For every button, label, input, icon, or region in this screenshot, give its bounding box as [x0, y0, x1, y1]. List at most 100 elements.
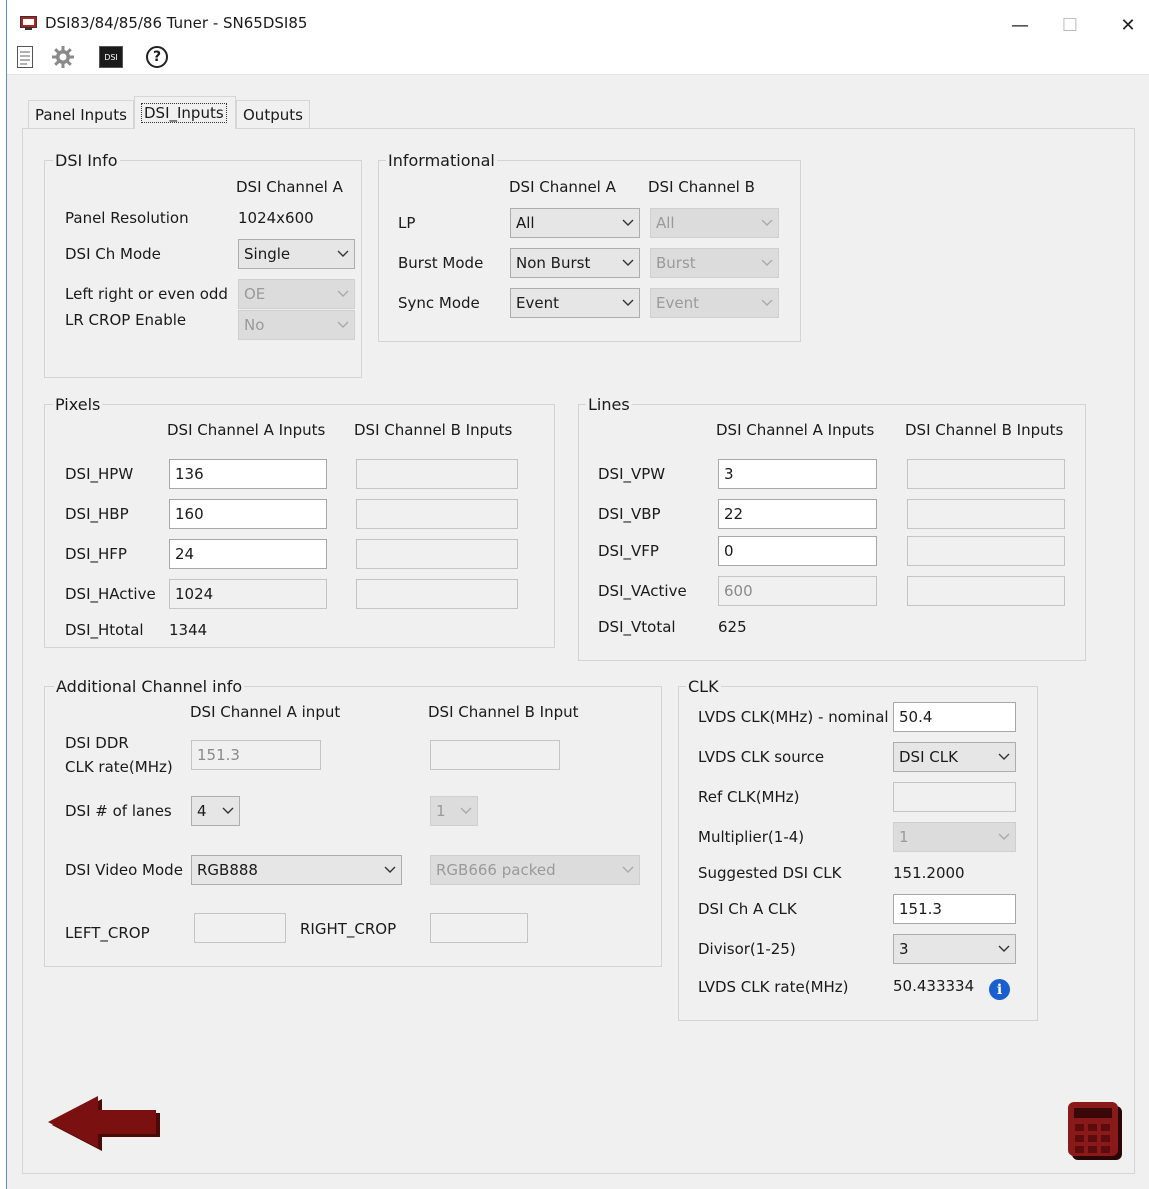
htotal-value: 1344 — [169, 621, 208, 639]
video-mode-a-select[interactable]: RGB888 — [191, 855, 402, 885]
ddr-label-line2: CLK rate(MHz) — [65, 758, 173, 776]
dsi-icon-label: DSI — [99, 46, 123, 68]
htotal-label: DSI_Htotal — [65, 621, 144, 639]
left-crop-label: LEFT_CROP — [65, 924, 150, 942]
divisor-label: Divisor(1-25) — [698, 940, 796, 958]
dsi-info-col-header: DSI Channel A — [236, 178, 343, 196]
panel-resolution-label: Panel Resolution — [65, 209, 189, 227]
vtotal-label: DSI_Vtotal — [598, 618, 676, 636]
select-value: RGB888 — [197, 861, 258, 879]
hbp-b-input[interactable] — [356, 499, 518, 529]
vactive-b-input[interactable] — [907, 576, 1065, 606]
suggested-clk-value: 151.2000 — [893, 864, 965, 882]
lp-b-select[interactable]: All — [650, 208, 779, 238]
calculator-icon[interactable] — [1066, 1100, 1124, 1162]
ch-a-clk-input[interactable]: 151.3 — [893, 894, 1016, 924]
video-mode-label: DSI Video Mode — [65, 861, 183, 879]
lr-label: Left right or even odd — [65, 285, 228, 303]
back-arrow-icon[interactable] — [44, 1090, 162, 1152]
select-value: No — [244, 316, 265, 334]
hpw-label: DSI_HPW — [65, 465, 134, 483]
burst-b-select[interactable]: Burst — [650, 248, 779, 278]
chevron-down-icon — [460, 807, 472, 814]
vactive-a-input[interactable]: 600 — [718, 576, 877, 606]
tab-outputs[interactable]: Outputs — [236, 100, 310, 129]
lp-a-select[interactable]: All — [510, 208, 640, 238]
chevron-down-icon — [337, 290, 349, 297]
select-value: 1 — [436, 802, 446, 820]
hactive-b-input[interactable] — [356, 579, 518, 609]
sync-a-select[interactable]: Event — [510, 288, 640, 318]
document-icon[interactable] — [13, 44, 37, 70]
lanes-a-select[interactable]: 4 — [191, 796, 240, 826]
chevron-down-icon — [622, 299, 634, 306]
clk-legend: CLK — [686, 677, 721, 696]
sync-b-select[interactable]: Event — [650, 288, 779, 318]
vfp-a-input[interactable]: 0 — [718, 536, 877, 566]
info-icon[interactable]: i — [989, 979, 1010, 1000]
lvds-source-label: LVDS CLK source — [698, 748, 825, 766]
divisor-select[interactable]: 3 — [893, 934, 1016, 964]
panel-resolution-value: 1024x600 — [238, 209, 314, 227]
burst-a-select[interactable]: Non Burst — [510, 248, 640, 278]
right-crop-input[interactable] — [430, 913, 528, 943]
ddr-b-input[interactable] — [430, 740, 560, 770]
additional-col-a: DSI Channel A input — [190, 703, 341, 721]
minimize-button[interactable]: — — [1000, 10, 1040, 40]
ddr-a-input[interactable]: 151.3 — [191, 740, 321, 770]
chevron-down-icon — [761, 299, 773, 306]
tab-dsi-inputs[interactable]: DSI_Inputs — [134, 96, 236, 129]
left-crop-input[interactable] — [194, 913, 286, 943]
hpw-a-input[interactable]: 136 — [169, 459, 327, 489]
hfp-b-input[interactable] — [356, 539, 518, 569]
chevron-down-icon — [998, 753, 1010, 760]
vbp-label: DSI_VBP — [598, 505, 661, 523]
dsi-ch-mode-select[interactable]: Single — [238, 239, 355, 269]
vpw-b-input[interactable] — [907, 459, 1065, 489]
multiplier-select[interactable]: 1 — [893, 822, 1016, 852]
chevron-down-icon — [998, 945, 1010, 952]
video-mode-b-select[interactable]: RGB666 packed — [430, 855, 640, 885]
select-value: All — [656, 214, 675, 232]
lvds-nominal-label: LVDS CLK(MHz) - nominal — [698, 708, 889, 726]
select-value: 1 — [899, 828, 909, 846]
tab-label: Panel Inputs — [35, 106, 127, 124]
dsi-icon[interactable]: DSI — [96, 44, 126, 70]
tab-panel-inputs[interactable]: Panel Inputs — [28, 100, 134, 129]
hactive-a-input[interactable]: 1024 — [169, 579, 327, 609]
close-button[interactable]: ✕ — [1108, 10, 1148, 40]
help-icon[interactable]: ? — [142, 44, 172, 70]
hfp-a-input[interactable]: 24 — [169, 539, 327, 569]
select-value: All — [516, 214, 535, 232]
informational-col-b: DSI Channel B — [648, 178, 755, 196]
lr-crop-select[interactable]: No — [238, 310, 355, 340]
chevron-down-icon — [622, 219, 634, 226]
vfp-b-input[interactable] — [907, 536, 1065, 566]
hactive-label: DSI_HActive — [65, 585, 156, 603]
vbp-b-input[interactable] — [907, 499, 1065, 529]
lines-legend: Lines — [586, 395, 632, 414]
chevron-down-icon — [998, 833, 1010, 840]
pixels-col-a: DSI Channel A Inputs — [167, 421, 326, 439]
vbp-a-input[interactable]: 22 — [718, 499, 877, 529]
lvds-source-select[interactable]: DSI CLK — [893, 742, 1016, 772]
lr-select[interactable]: OE — [238, 279, 355, 309]
hpw-b-input[interactable] — [356, 459, 518, 489]
chevron-down-icon — [761, 259, 773, 266]
maximize-button[interactable]: ☐ — [1050, 10, 1090, 40]
chevron-down-icon — [761, 219, 773, 226]
select-value: OE — [244, 285, 266, 303]
chevron-down-icon — [337, 250, 349, 257]
ch-a-clk-label: DSI Ch A CLK — [698, 900, 797, 918]
select-value: Event — [656, 294, 699, 312]
ddr-label-line1: DSI DDR — [65, 734, 129, 752]
vpw-a-input[interactable]: 3 — [718, 459, 877, 489]
gear-icon[interactable] — [48, 44, 78, 70]
lvds-rate-label: LVDS CLK rate(MHz) — [698, 978, 849, 996]
ref-clk-input[interactable] — [893, 782, 1016, 812]
select-value: Event — [516, 294, 559, 312]
hbp-a-input[interactable]: 160 — [169, 499, 327, 529]
lanes-b-select[interactable]: 1 — [430, 796, 478, 826]
lvds-nominal-input[interactable]: 50.4 — [893, 702, 1016, 732]
dsi-info-legend: DSI Info — [53, 151, 120, 170]
